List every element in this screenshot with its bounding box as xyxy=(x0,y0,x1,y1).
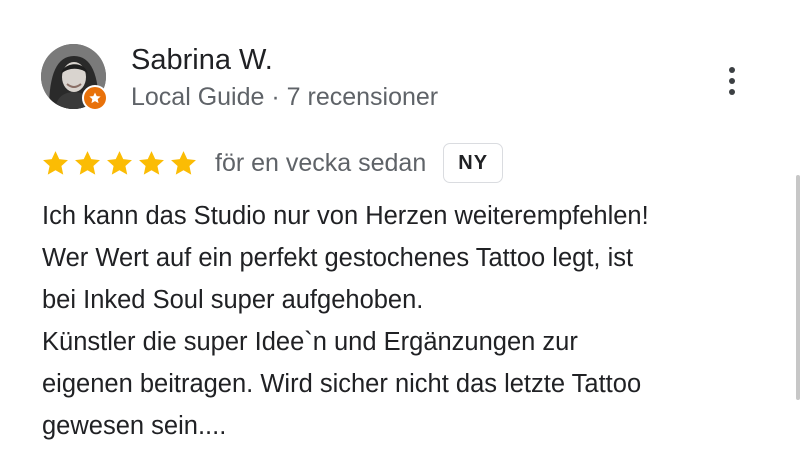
rating-row: för en vecka sedan NY xyxy=(41,142,504,184)
more-options-button[interactable] xyxy=(716,62,748,100)
review-text-line: gewesen sein.... xyxy=(42,412,227,440)
review-text-line: Ich kann das Studio nur von Herzen weite… xyxy=(42,202,649,230)
star-rating xyxy=(41,149,198,178)
review-text-line: bei Inked Soul super aufgehoben. xyxy=(42,286,424,314)
review-card: Sabrina W. Local Guide · 7 recensioner f… xyxy=(0,0,800,474)
reviewer-avatar[interactable] xyxy=(41,44,108,111)
star-icon xyxy=(75,150,100,175)
local-guide-badge-icon xyxy=(82,85,108,111)
star-icon xyxy=(171,150,196,175)
more-vert-icon-dot xyxy=(729,89,735,95)
review-text-line: Wer Wert auf ein perfekt gestochenes Tat… xyxy=(42,244,634,272)
star-icon xyxy=(43,150,68,175)
new-badge: NY xyxy=(443,143,504,183)
more-vert-icon-dot xyxy=(729,78,735,84)
reviewer-name[interactable]: Sabrina W. xyxy=(131,42,273,78)
review-text: Ich kann das Studio nur von Herzen weite… xyxy=(42,195,762,447)
star-icon xyxy=(107,150,132,175)
review-text-line: Künstler die super Idee`n und Ergänzunge… xyxy=(42,328,578,356)
more-vert-icon xyxy=(729,67,735,73)
scrollbar-thumb[interactable] xyxy=(796,175,800,400)
review-text-line: eigenen beitragen. Wird sicher nicht das… xyxy=(42,370,642,398)
review-date: för en vecka sedan xyxy=(215,148,427,177)
reviewer-meta[interactable]: Local Guide · 7 recensioner xyxy=(131,81,438,113)
star-icon xyxy=(139,150,164,175)
